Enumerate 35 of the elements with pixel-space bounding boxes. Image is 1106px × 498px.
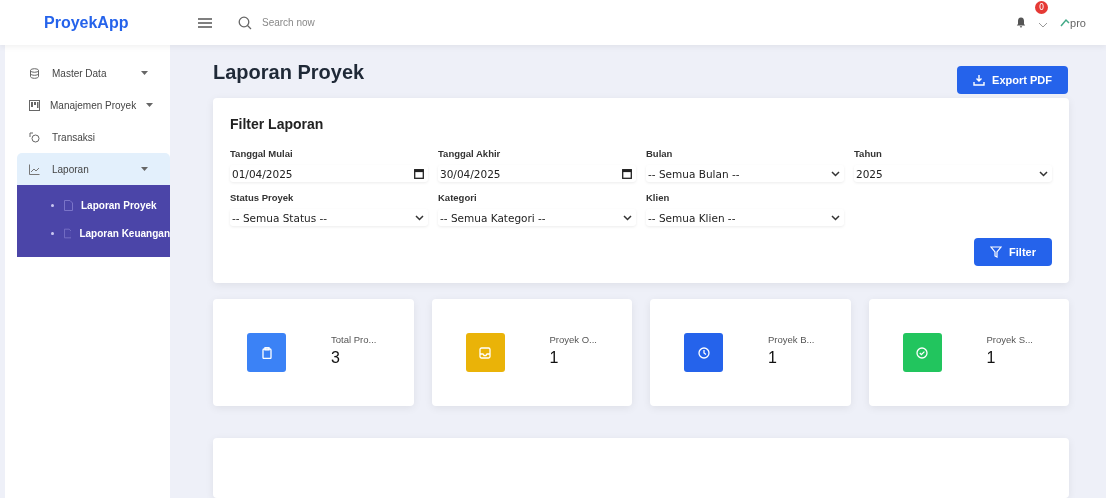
profile-image-alt-text[interactable]: pro xyxy=(1070,16,1086,29)
stat-value: 3 xyxy=(331,349,341,367)
date-field[interactable]: 30/04/2025 xyxy=(438,165,636,182)
stat-value: 1 xyxy=(986,349,997,367)
field-label: Status Proyek xyxy=(230,192,295,203)
field-label: Tahun xyxy=(854,148,883,159)
select-field[interactable]: -- Semua Status -- xyxy=(230,209,428,226)
date-field[interactable]: 01/04/2025 xyxy=(230,165,428,182)
export-pdf-button[interactable]: Export PDF xyxy=(957,66,1068,94)
stat-label: Total Pro... xyxy=(331,334,377,345)
select-field[interactable]: -- Semua Klien -- xyxy=(646,209,844,226)
field-label: Tanggal Akhir xyxy=(438,148,502,159)
select-field[interactable]: -- Semua Kategori -- xyxy=(438,209,636,226)
sidebar-item[interactable]: Manajemen Proyek xyxy=(17,89,170,121)
submenu-item[interactable]: Laporan Keuangan xyxy=(17,219,170,247)
field-label: Klien xyxy=(646,192,671,203)
stat-label: Proyek O... xyxy=(549,334,597,345)
submenu-item[interactable]: Laporan Proyek xyxy=(17,191,170,219)
field-label: Tanggal Mulai xyxy=(230,148,294,159)
stat-value: 1 xyxy=(768,349,778,367)
filter-title: Filter Laporan xyxy=(230,116,325,132)
sidebar-item[interactable]: Master Data xyxy=(17,57,170,89)
stat-label: Proyek B... xyxy=(768,334,815,345)
app-logo[interactable]: ProyekApp xyxy=(44,13,174,32)
sidebar-item[interactable]: Laporan xyxy=(17,153,170,185)
field-label: Bulan xyxy=(646,148,674,159)
page-title: Laporan Proyek xyxy=(213,61,365,84)
filter-button[interactable]: Filter xyxy=(974,238,1052,266)
notification-badge: 0 xyxy=(1035,1,1049,14)
select-field[interactable]: 2025 xyxy=(854,165,1052,182)
field-label: Kategori xyxy=(438,192,478,203)
select-field[interactable]: -- Semua Bulan -- xyxy=(646,165,844,182)
stat-label: Proyek S... xyxy=(986,334,1033,345)
stat-value: 1 xyxy=(549,349,560,367)
sidebar-item[interactable]: Transaksi xyxy=(17,121,170,153)
